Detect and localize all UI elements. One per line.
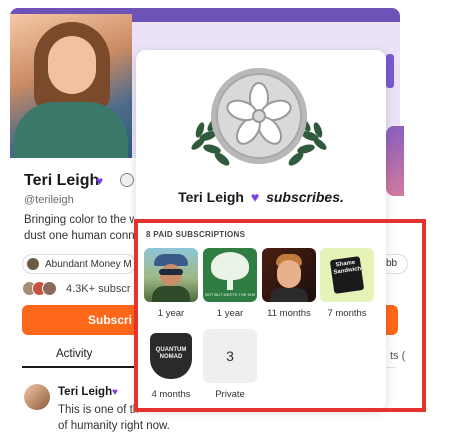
tile-logo-text: QUANTUM NOMAD — [155, 347, 187, 360]
heart-icon: ♥ — [96, 174, 104, 188]
post-text: This is one of th — [58, 404, 138, 416]
tile-logo-text: NOT BUT MEETS THE SHADOW — [205, 292, 255, 297]
award-icon — [120, 173, 134, 187]
tab-activity[interactable]: Activity — [56, 348, 92, 360]
subscription-tile[interactable] — [144, 248, 198, 302]
banner-decoration — [386, 54, 394, 88]
subscriber-count[interactable]: 4.3K+ subscr — [66, 283, 136, 295]
subscription-tile[interactable]: NOT BUT MEETS THE SHADOW — [203, 248, 257, 302]
heart-icon: ♥ — [250, 189, 260, 205]
publication-chip[interactable]: Abundant Money M — [22, 254, 136, 274]
publication-chip-label: Abundant Money M — [45, 258, 132, 270]
banner-side-image — [386, 126, 404, 196]
profile-photo — [10, 14, 132, 158]
subscription-tile[interactable] — [262, 248, 316, 302]
private-subscriptions-tile[interactable]: 3 — [203, 329, 257, 383]
subscription-tile[interactable]: Shame Sandwich — [320, 248, 374, 302]
subscription-tile[interactable]: QUANTUM NOMAD — [144, 329, 198, 383]
private-label: Private — [215, 389, 245, 400]
post-author[interactable]: Teri Leigh — [58, 386, 112, 398]
profile-name: Teri Leigh — [24, 172, 100, 189]
subscriber-avatars — [22, 281, 62, 297]
popover-name[interactable]: Teri Leigh — [178, 189, 244, 205]
paid-subscriptions-label: 8 PAID SUBSCRIPTIONS — [146, 230, 246, 239]
popover-action: subscribes. — [266, 189, 344, 205]
publication-logo-icon — [27, 258, 39, 270]
subscription-duration: 7 months — [327, 308, 367, 319]
profile-handle: @terileigh — [24, 194, 74, 206]
post-text: of humanity right now. — [58, 420, 170, 432]
popover-title: Teri Leigh ♥ subscribes. — [136, 189, 386, 205]
subscribe-button[interactable]: Subscri — [22, 305, 136, 335]
heart-icon: ♥ — [112, 387, 118, 398]
tile-logo-text: Shame Sandwich — [333, 259, 362, 276]
avatar[interactable] — [24, 384, 50, 410]
profile-bio-line: dust one human conn — [24, 230, 134, 242]
flower-medal-icon — [191, 68, 327, 166]
tab-active-indicator — [22, 366, 136, 368]
profile-bio-line: Bringing color to the w — [24, 214, 134, 226]
